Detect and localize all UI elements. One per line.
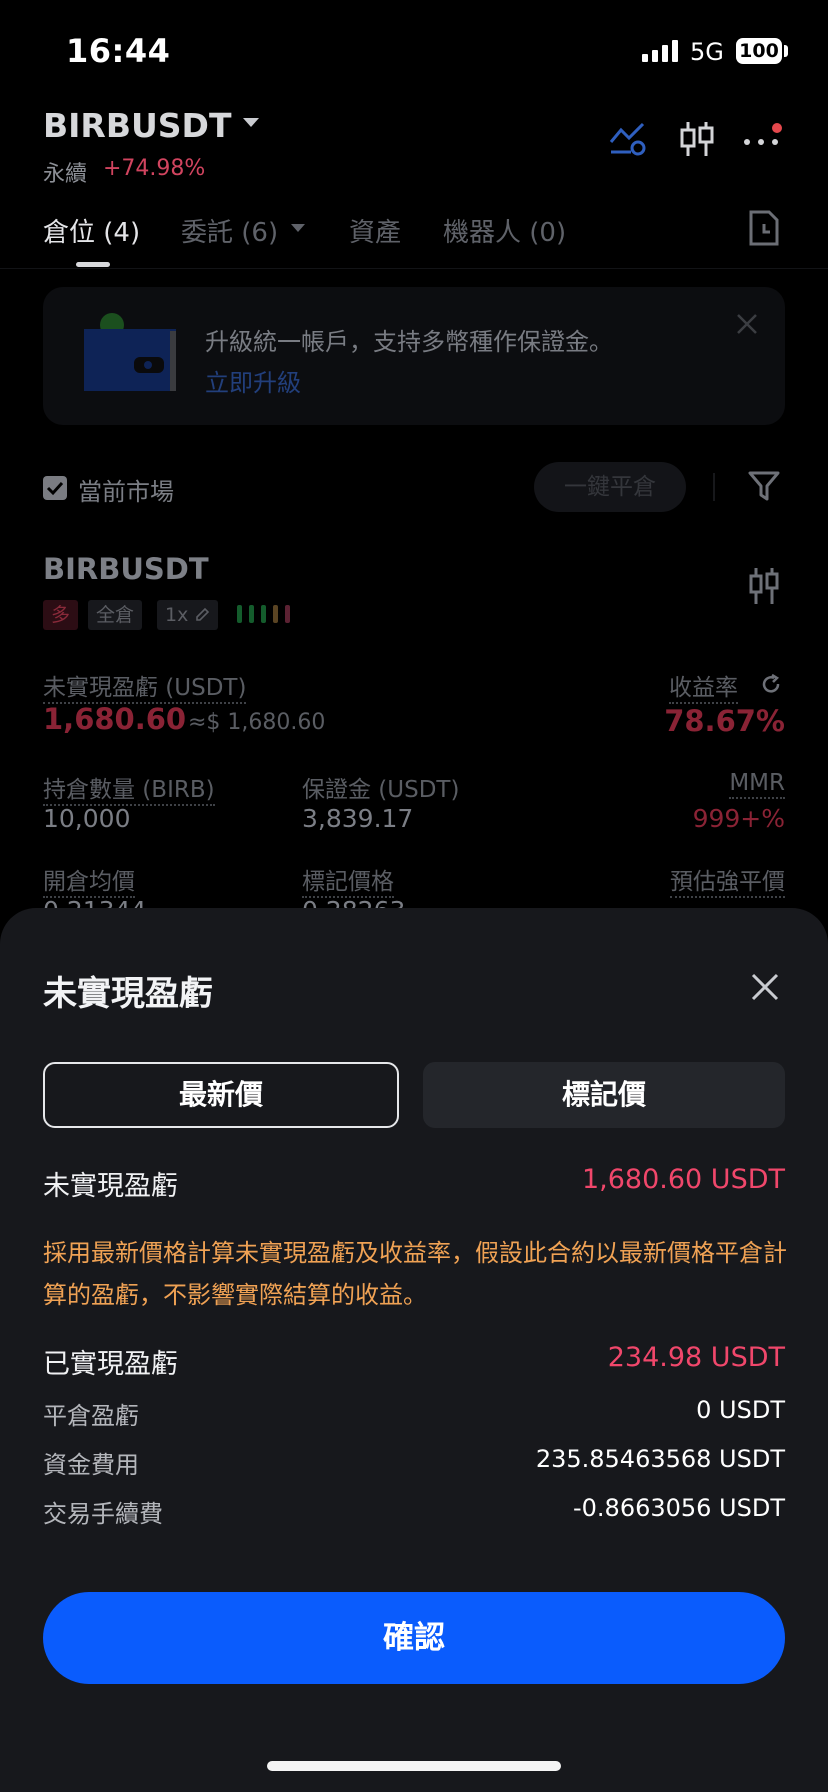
unrealized-value: 1,680.60 USDT — [581, 1164, 785, 1195]
sheet-title: 未實現盈虧 — [43, 974, 213, 1014]
mark-price-label[interactable]: 標記價格 — [302, 869, 394, 898]
history-icon[interactable] — [749, 210, 779, 246]
price-change: +74.98% — [103, 156, 206, 181]
mmr-label[interactable]: MMR — [729, 770, 785, 799]
liq-price-label[interactable]: 預估強平價 — [670, 869, 785, 898]
unrealized-pnl-value: 1,680.60 — [43, 702, 187, 736]
close-all-button[interactable]: 一鍵平倉 — [534, 462, 686, 512]
segment-mark-price[interactable]: 標記價 — [423, 1062, 785, 1128]
contract-type: 永續 — [43, 162, 88, 187]
roe-label[interactable]: 收益率 — [669, 675, 738, 704]
battery-indicator: 100 — [736, 38, 782, 64]
mmr-value: 999+% — [692, 804, 785, 833]
chevron-down-icon[interactable] — [291, 224, 305, 232]
tab-bots[interactable]: 機器人 (0) — [443, 212, 566, 249]
close-pnl-label: 平倉盈虧 — [43, 1402, 139, 1430]
status-bar: 16:44 5G 100 — [0, 0, 828, 100]
side-badge: 多 — [43, 600, 79, 630]
candlestick-icon[interactable] — [748, 568, 780, 604]
trading-fee-value: -0.8663056 USDT — [572, 1494, 785, 1522]
banner-text: 升級統一帳戶，支持多幣種作保證金。 — [205, 328, 613, 356]
close-icon[interactable] — [736, 313, 758, 335]
qty-value: 10,000 — [43, 804, 131, 833]
tab-orders[interactable]: 委託 (6) — [181, 212, 278, 249]
close-pnl-value: 0 USDT — [696, 1396, 785, 1424]
unrealized-label: 未實現盈虧 — [43, 1171, 178, 1202]
tab-positions[interactable]: 倉位 (4) — [43, 212, 140, 249]
entry-price-label[interactable]: 開倉均價 — [43, 869, 135, 898]
edit-icon — [196, 607, 210, 621]
tab-assets[interactable]: 資產 — [349, 212, 401, 249]
current-market-checkbox[interactable] — [43, 476, 67, 500]
more-icon[interactable] — [743, 122, 787, 150]
home-indicator[interactable] — [267, 1761, 561, 1771]
funding-fee-label: 資金費用 — [43, 1451, 139, 1479]
battery-tip — [784, 45, 788, 57]
refresh-icon[interactable] — [760, 673, 782, 695]
margin-label: 保證金 (USDT) — [302, 777, 460, 803]
roe-value: 78.67% — [664, 704, 785, 738]
chevron-down-icon[interactable] — [243, 118, 259, 127]
candlestick-icon[interactable] — [679, 122, 715, 156]
upgrade-link[interactable]: 立即升級 — [205, 363, 301, 398]
network-type: 5G — [690, 38, 724, 66]
risk-level-icon — [237, 605, 290, 623]
margin-mode-badge: 全倉 — [88, 600, 143, 630]
status-time: 16:44 — [66, 32, 171, 70]
divider — [713, 473, 715, 501]
pair-selector[interactable]: BIRBUSDT — [43, 106, 231, 145]
current-market-label: 當前市場 — [78, 478, 174, 506]
tab-indicator — [76, 262, 110, 267]
margin-value: 3,839.17 — [302, 804, 414, 833]
pnl-note: 採用最新價格計算未實現盈虧及收益率，假設此合約以最新價格平倉計算的盈虧，不影響實… — [43, 1239, 787, 1309]
leverage-value: 1x — [165, 604, 189, 626]
unrealized-pnl-label[interactable]: 未實現盈虧 (USDT) — [43, 675, 247, 704]
confirm-button[interactable]: 確認 — [43, 1592, 785, 1684]
leverage-badge[interactable]: 1x — [157, 600, 219, 630]
segment-latest-price[interactable]: 最新價 — [43, 1062, 399, 1128]
close-icon[interactable] — [750, 972, 780, 1002]
unrealized-pnl-usd: ≈$ 1,680.60 — [188, 710, 326, 735]
qty-label[interactable]: 持倉數量 (BIRB) — [43, 777, 215, 806]
signal-icon — [642, 40, 678, 62]
realized-label: 已實現盈虧 — [43, 1349, 178, 1380]
divider — [0, 268, 828, 269]
position-symbol: BIRBUSDT — [43, 552, 209, 586]
wallet-icon — [84, 313, 176, 391]
funding-fee-value: 235.85463568 USDT — [535, 1445, 785, 1473]
filter-icon[interactable] — [748, 470, 780, 502]
realized-value: 234.98 USDT — [607, 1342, 785, 1373]
trend-chart-icon[interactable] — [609, 122, 647, 156]
trading-fee-label: 交易手續費 — [43, 1500, 163, 1528]
